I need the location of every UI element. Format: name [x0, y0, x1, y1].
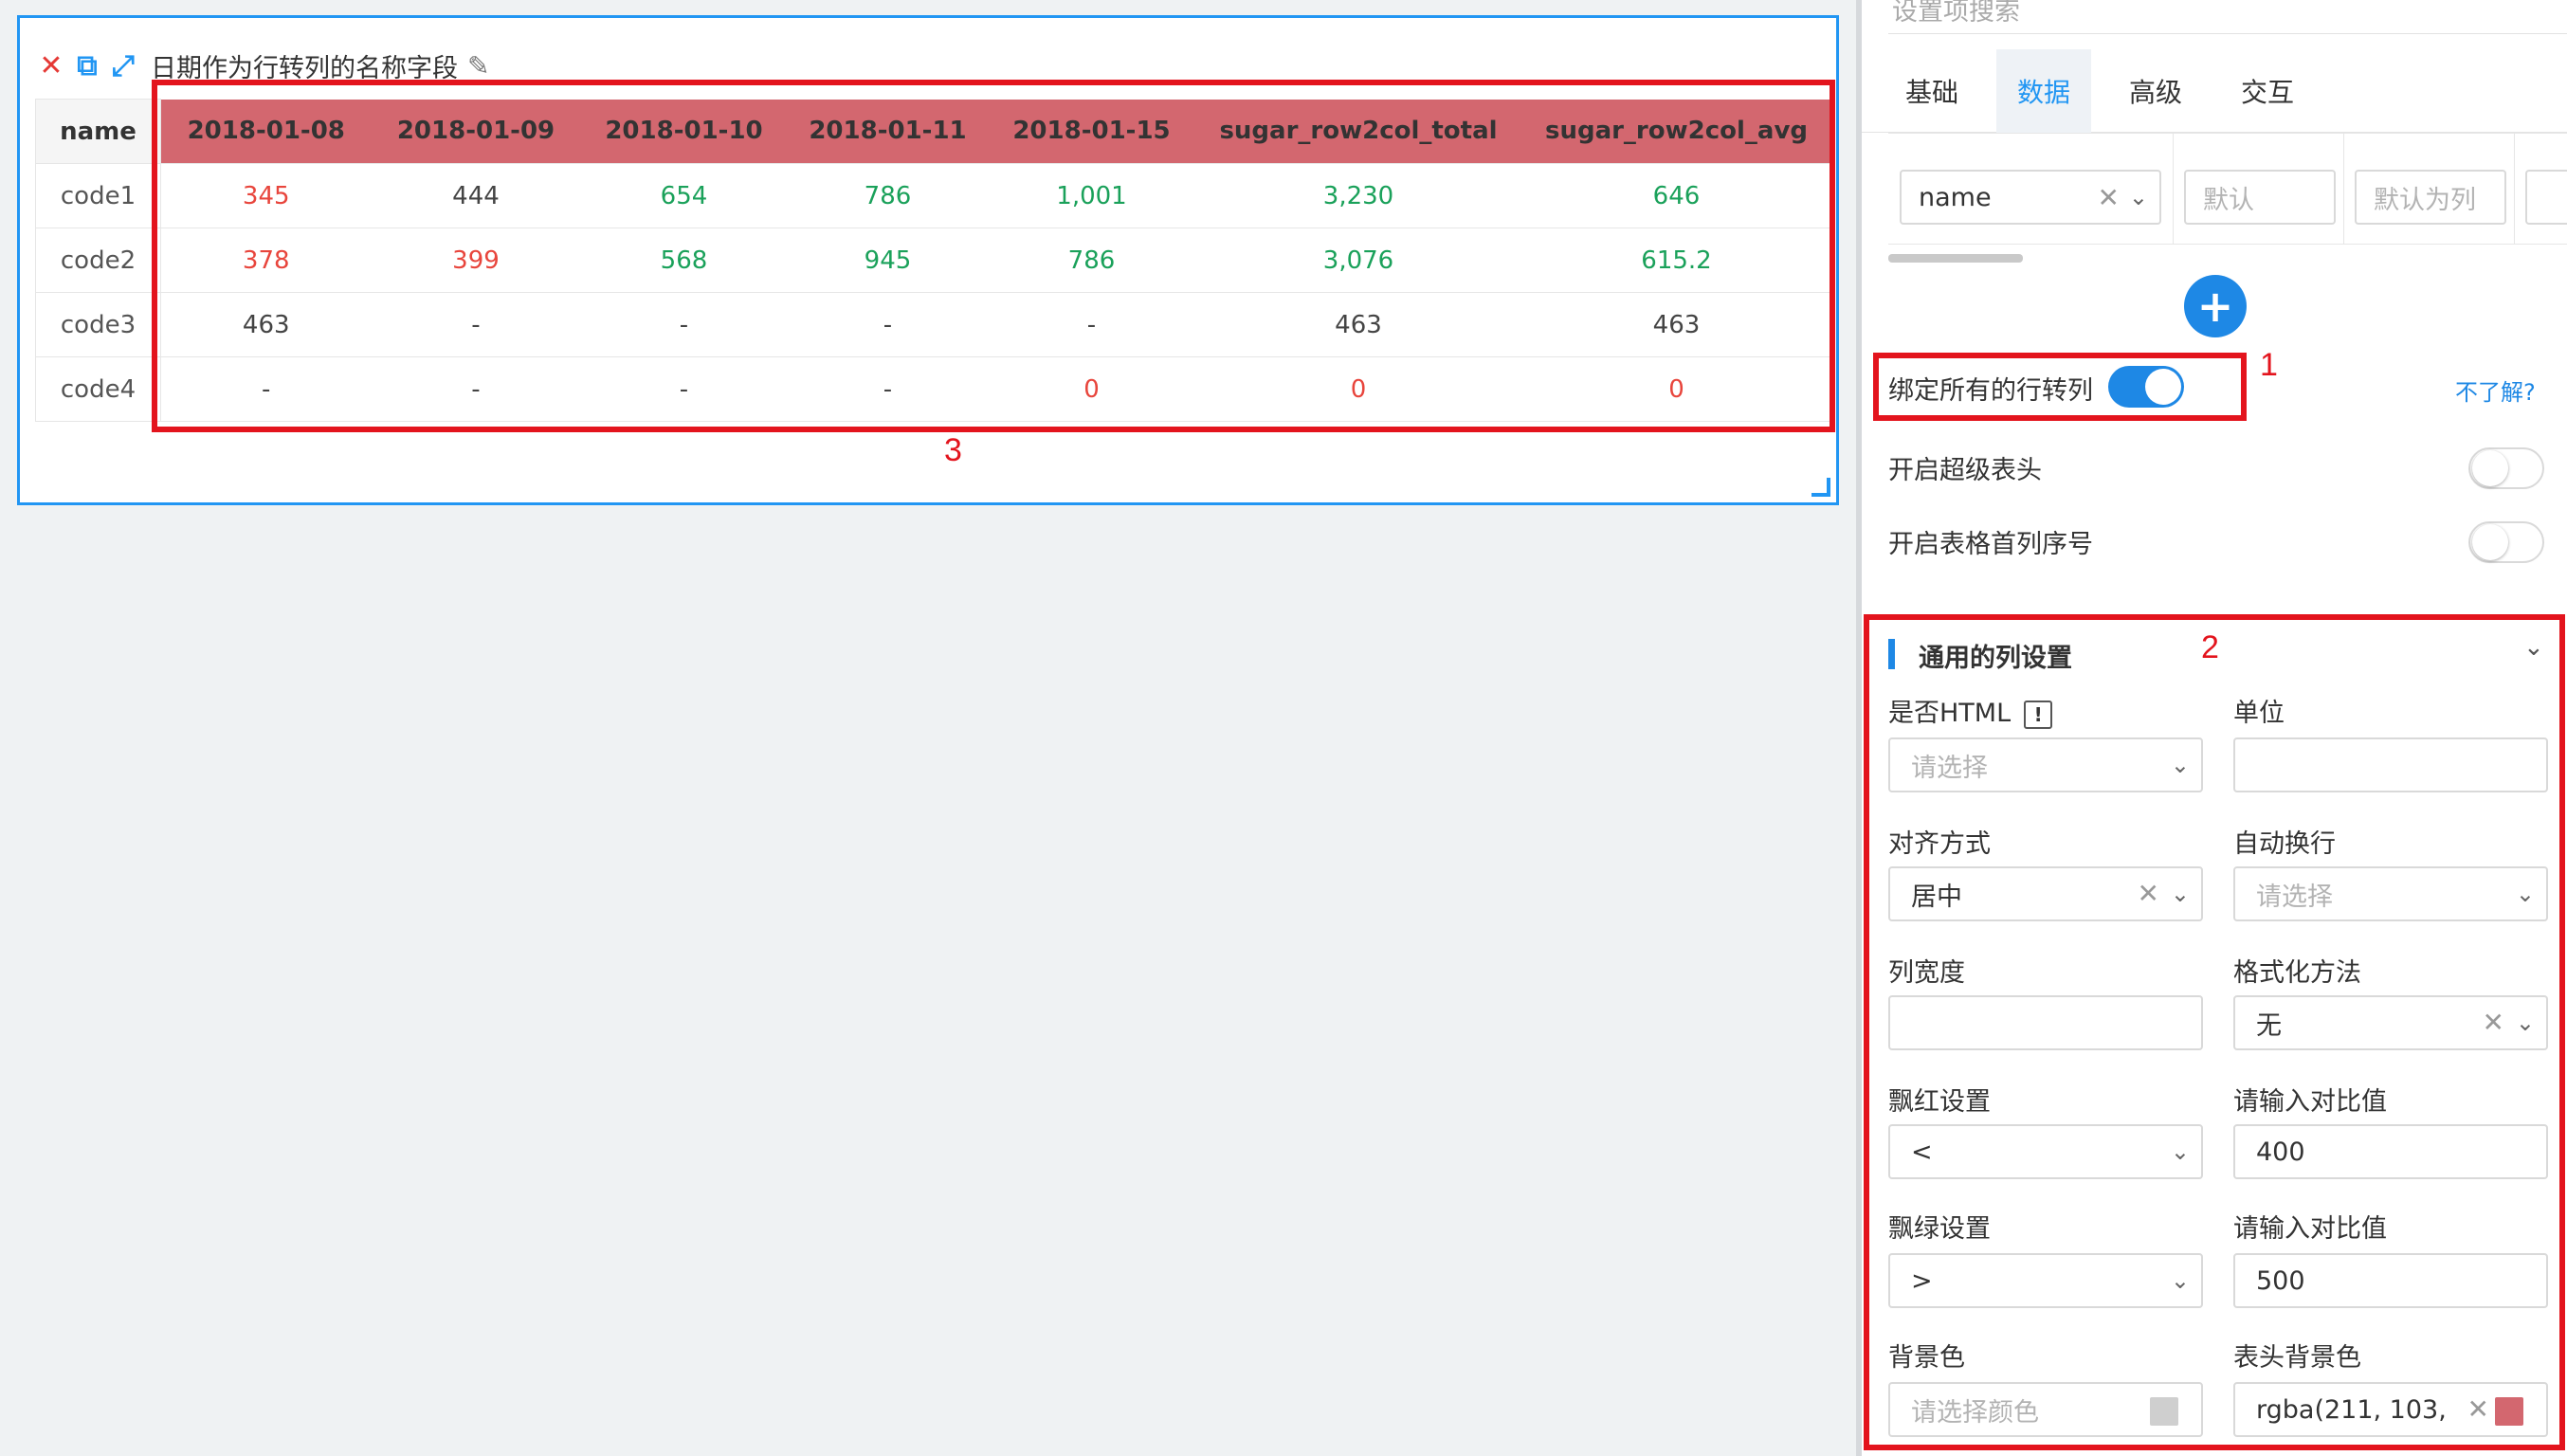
expand-icon[interactable]: ⤢ [105, 47, 141, 83]
copy-icon[interactable]: ⧉ [69, 47, 105, 83]
horizontal-scrollbar[interactable] [1888, 254, 2023, 263]
header-name[interactable]: name [35, 99, 161, 164]
clear-icon[interactable]: ✕ [2098, 182, 2120, 213]
column-format-input[interactable]: 默认 [2184, 170, 2336, 225]
edit-pencil-icon[interactable]: ✎ [467, 50, 489, 82]
tab-basic[interactable]: 基础 [1881, 49, 1983, 133]
tab-advanced[interactable]: 高级 [2106, 49, 2205, 133]
annotation-label-1: 1 [2260, 347, 2278, 383]
add-column-button[interactable]: + [2184, 275, 2247, 337]
tab-data[interactable]: 数据 [1996, 49, 2091, 133]
row-name-cell: code2 [35, 228, 161, 293]
settings-search-input[interactable]: 设置项搜索 [1888, 0, 2567, 34]
super-header-toggle[interactable] [2468, 447, 2544, 489]
column-name-select[interactable]: name ✕ ⌄ [1900, 170, 2161, 225]
help-link[interactable]: 不了解? [2455, 373, 2536, 407]
column-config-table: name ✕ ⌄ 默认 默认为列 [1888, 133, 2567, 245]
row-name-cell: code3 [35, 292, 161, 357]
resize-handle[interactable] [1811, 478, 1830, 497]
row-name-cell: code1 [35, 163, 161, 228]
annotation-box-3 [152, 80, 1835, 432]
annotation-box-2 [1864, 614, 2565, 1450]
widget-title: 日期作为行转列的名称字段 [151, 53, 458, 83]
annotation-label-2: 2 [2201, 629, 2219, 665]
annotation-label-3: 3 [944, 432, 962, 468]
settings-tabs: 基础 数据 高级 交互 [1862, 49, 2567, 133]
tab-interaction[interactable]: 交互 [2218, 49, 2317, 133]
serial-toggle[interactable] [2468, 521, 2544, 563]
column-extra-input[interactable] [2525, 170, 2567, 225]
serial-label: 开启表格首列序号 [1888, 530, 2093, 559]
column-name-value: name [1919, 182, 1992, 212]
close-icon[interactable]: ✕ [33, 47, 69, 83]
column-alias-input[interactable]: 默认为列 [2355, 170, 2506, 225]
chevron-down-icon: ⌄ [2128, 184, 2148, 210]
row-name-cell: code4 [35, 356, 161, 422]
super-header-label: 开启超级表头 [1888, 456, 2042, 485]
annotation-box-1 [1873, 353, 2247, 421]
